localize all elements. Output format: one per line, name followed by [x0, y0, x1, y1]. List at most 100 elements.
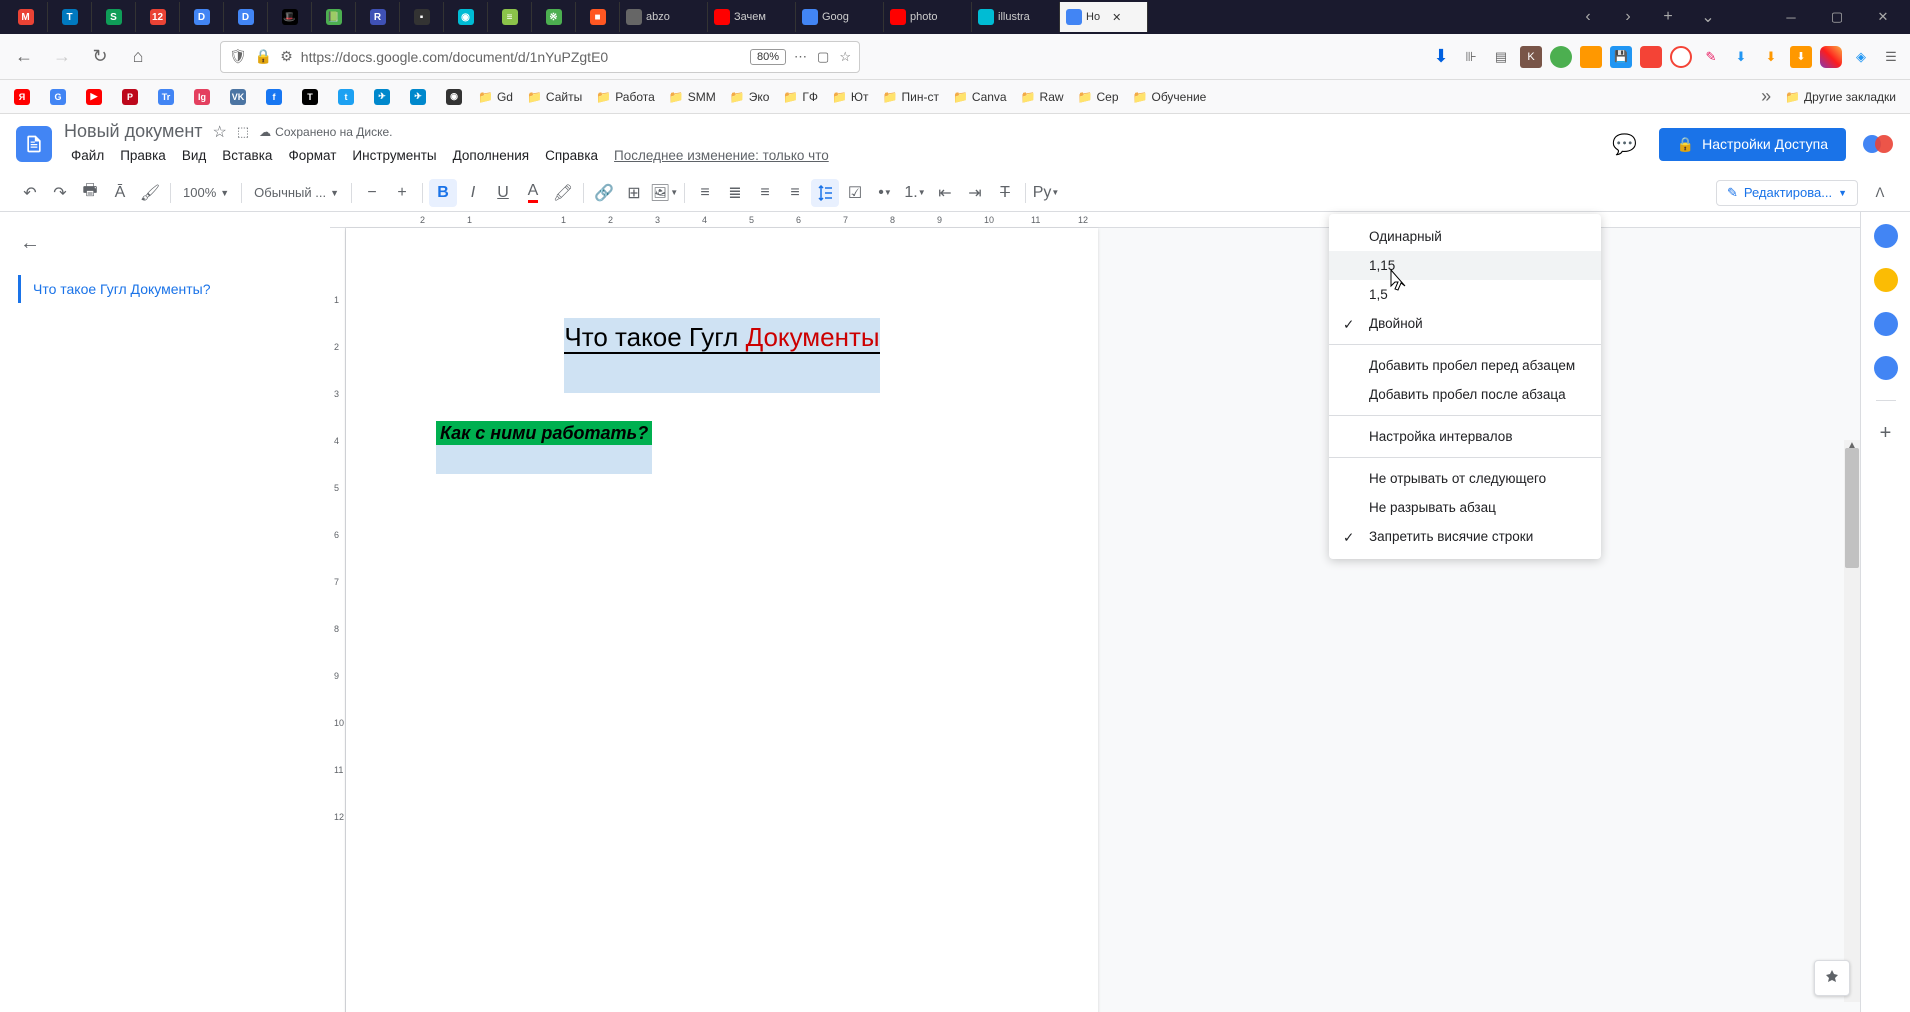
docs-menu-item[interactable]: Инструменты — [345, 144, 443, 167]
maximize-button[interactable]: ▢ — [1814, 2, 1860, 32]
edit-mode-select[interactable]: ✎ Редактирова... ▼ — [1716, 180, 1858, 206]
library-icon[interactable]: ⊪ — [1460, 46, 1482, 68]
ext-icon-4[interactable]: 💾 — [1610, 46, 1632, 68]
docs-menu-item[interactable]: Правка — [113, 144, 173, 167]
bookmark-folder[interactable]: 📁Raw — [1015, 84, 1070, 110]
docs-menu-item[interactable]: Файл — [64, 144, 111, 167]
vertical-scrollbar[interactable]: ▲ — [1844, 440, 1860, 1002]
link-button[interactable]: 🔗 — [590, 179, 618, 207]
comment-button[interactable]: ⊞ — [620, 179, 648, 207]
calendar-icon[interactable] — [1874, 224, 1898, 248]
browser-tab[interactable]: R — [356, 2, 400, 32]
outline-back-button[interactable]: ← — [20, 232, 310, 255]
bookmark-icon[interactable]: VK — [224, 84, 252, 110]
browser-tab[interactable]: D — [180, 2, 224, 32]
url-input[interactable]: 🛡 🔒 ⚙ https://docs.google.com/document/d… — [220, 41, 860, 73]
zoom-badge[interactable]: 80% — [750, 49, 786, 65]
browser-tab[interactable]: 📗 — [312, 2, 356, 32]
bookmark-star-icon[interactable]: ☆ — [839, 49, 851, 65]
browser-tab[interactable]: 12 — [136, 2, 180, 32]
add-panel-icon[interactable]: + — [1874, 421, 1898, 445]
custom-spacing[interactable]: Настройка интервалов — [1329, 422, 1601, 451]
bookmark-folder[interactable]: 📁Сайты — [521, 84, 588, 110]
clear-format-button[interactable]: T — [991, 179, 1019, 207]
bookmark-icon[interactable]: P — [116, 84, 144, 110]
browser-tab[interactable]: ≡ — [488, 2, 532, 32]
docs-menu-item[interactable]: Вид — [175, 144, 213, 167]
align-justify-button[interactable]: ≡ — [781, 179, 809, 207]
spacing-115[interactable]: 1,15 — [1329, 251, 1601, 280]
indent-decrease-button[interactable]: ⇤ — [931, 179, 959, 207]
image-button[interactable]: 🖼 ▼ — [650, 179, 678, 207]
bookmark-folder[interactable]: 📁Обучение — [1127, 84, 1213, 110]
document-title[interactable]: Новый документ — [64, 121, 203, 142]
add-space-before[interactable]: Добавить пробел перед абзацем — [1329, 351, 1601, 380]
bookmark-icon[interactable]: ▶ — [80, 84, 108, 110]
browser-tab[interactable]: M — [4, 2, 48, 32]
ext-icon-6[interactable] — [1670, 46, 1692, 68]
download-icon[interactable]: ⬇ — [1430, 46, 1452, 68]
spacing-double[interactable]: ✓ Двойной — [1329, 309, 1601, 338]
tab-scroll-left[interactable]: ‹ — [1568, 2, 1608, 32]
browser-tab[interactable]: ■ — [576, 2, 620, 32]
browser-tab[interactable]: D — [224, 2, 268, 32]
bookmark-icon[interactable]: f — [260, 84, 288, 110]
bookmark-icon[interactable]: Ig — [188, 84, 216, 110]
ext-icon-5[interactable] — [1640, 46, 1662, 68]
bookmark-icon[interactable]: ◉ — [440, 84, 468, 110]
tab-list-button[interactable]: ⌄ — [1688, 2, 1728, 32]
ext-icon-2[interactable] — [1550, 46, 1572, 68]
tasks-icon[interactable] — [1874, 312, 1898, 336]
bold-button[interactable]: B — [429, 179, 457, 207]
last-edit-link[interactable]: Последнее изменение: только что — [607, 144, 836, 167]
ext-icon-9[interactable]: ⬇ — [1760, 46, 1782, 68]
spacing-single[interactable]: Одинарный — [1329, 222, 1601, 251]
bookmark-folder[interactable]: 📁Эко — [724, 84, 776, 110]
outline-item[interactable]: Что такое Гугл Документы? — [18, 275, 310, 303]
ext-icon-7[interactable]: ✎ — [1700, 46, 1722, 68]
docs-menu-item[interactable]: Справка — [538, 144, 605, 167]
bookmark-icon[interactable]: t — [332, 84, 360, 110]
reader-icon[interactable]: ▢ — [817, 49, 829, 65]
browser-tab[interactable]: Goog — [796, 2, 884, 32]
bookmark-folder[interactable]: 📁Сер — [1072, 84, 1125, 110]
browser-tab[interactable]: S — [92, 2, 136, 32]
bookmark-icon[interactable]: Я — [8, 84, 36, 110]
bookmark-icon[interactable]: Tr — [152, 84, 180, 110]
style-select[interactable]: Обычный ... ▼ — [248, 180, 345, 206]
menu-icon[interactable]: ☰ — [1880, 46, 1902, 68]
browser-tab[interactable]: photo — [884, 2, 972, 32]
bulleted-list-button[interactable]: • ▼ — [871, 179, 899, 207]
align-left-button[interactable]: ≡ — [691, 179, 719, 207]
ext-icon-8[interactable]: ⬇ — [1730, 46, 1752, 68]
back-button[interactable]: ← — [8, 41, 40, 73]
indent-increase-button[interactable]: ⇥ — [961, 179, 989, 207]
document-page[interactable]: Что такое Гугл Документы Как с ними рабо… — [346, 228, 1098, 1012]
bookmarks-overflow-icon[interactable]: » — [1761, 86, 1771, 107]
redo-button[interactable]: ↷ — [46, 179, 74, 207]
browser-tab[interactable]: ◉ — [444, 2, 488, 32]
browser-tab[interactable]: T — [48, 2, 92, 32]
ext-icon-10[interactable]: ⬇ — [1790, 46, 1812, 68]
other-bookmarks[interactable]: 📁 Другие закладки — [1779, 84, 1902, 110]
numbered-list-button[interactable]: 1. ▼ — [901, 179, 929, 207]
undo-button[interactable]: ↶ — [16, 179, 44, 207]
print-button[interactable]: 🖶 — [76, 179, 104, 207]
tab-scroll-right[interactable]: › — [1608, 2, 1648, 32]
sidebar-icon[interactable]: ▤ — [1490, 46, 1512, 68]
spellcheck-button[interactable]: Ᾱ — [106, 179, 134, 207]
new-tab-button[interactable]: + — [1648, 2, 1688, 32]
heading-text[interactable]: Что такое Гугл Документы — [564, 322, 879, 354]
browser-tab[interactable]: 🎩 — [268, 2, 312, 32]
browser-tab[interactable]: Но✕ — [1060, 2, 1148, 32]
home-button[interactable]: ⌂ — [122, 41, 154, 73]
checklist-button[interactable]: ☑ — [841, 179, 869, 207]
ext-icon-11[interactable] — [1820, 46, 1842, 68]
user-avatar[interactable] — [1862, 128, 1894, 160]
scroll-thumb[interactable] — [1845, 448, 1859, 568]
ext-icon-1[interactable]: K — [1520, 46, 1542, 68]
keep-lines-together[interactable]: Не разрывать абзац — [1329, 493, 1601, 522]
paint-format-button[interactable]: 🖌 — [136, 179, 164, 207]
docs-menu-item[interactable]: Вставка — [215, 144, 279, 167]
bookmark-folder[interactable]: 📁ГФ — [777, 84, 824, 110]
